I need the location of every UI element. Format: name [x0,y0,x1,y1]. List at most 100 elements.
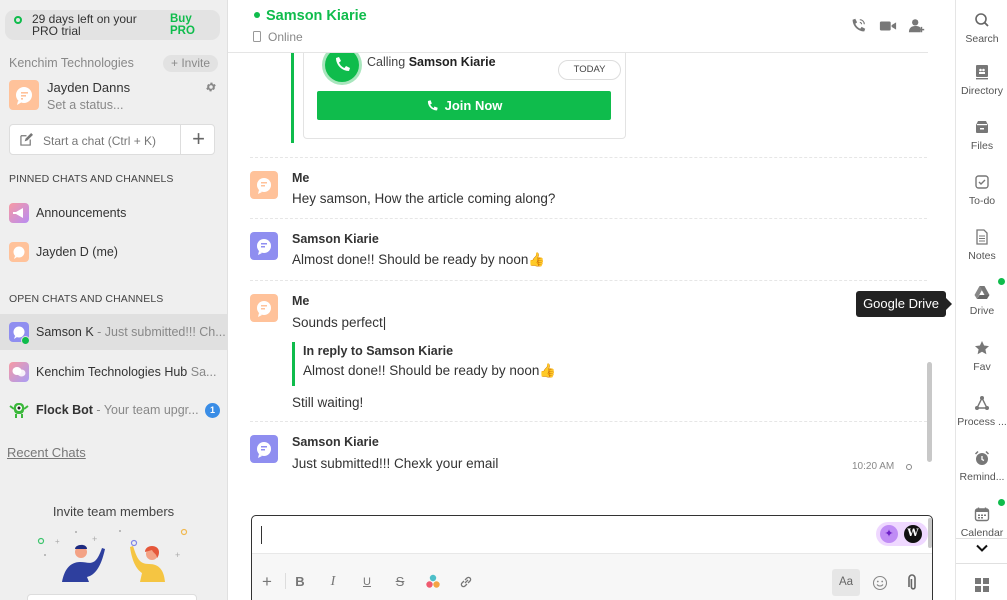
megaphone-icon [9,203,29,223]
open-chat-samson[interactable]: Samson K - Just submitted!!! Ch... [0,314,227,350]
settings-gear-icon[interactable] [205,81,217,93]
trial-status-icon [14,16,22,24]
rail-item-search[interactable]: Search [956,12,1007,67]
rail-item-reminders[interactable]: Remind... [956,450,1007,505]
message-timestamp: 10:20 AM [852,461,895,472]
profile-avatar[interactable] [9,80,39,110]
start-chat-box: Start a chat (Ctrl + K) + [9,124,215,155]
buy-pro-link[interactable]: Buy PRO [170,13,200,37]
recent-chats-link[interactable]: Recent Chats [7,445,86,460]
bold-icon[interactable]: B [292,574,308,590]
format-toggle-button[interactable]: Aa [832,569,860,596]
profile-name: Jayden Danns [47,80,131,95]
open-section-title: OPEN CHATS AND CHANNELS [9,293,164,305]
strikethrough-icon[interactable]: S [392,574,408,590]
emoji-icon[interactable] [872,575,888,591]
drive-notification-dot [998,278,1005,285]
message-scrollbar[interactable] [927,362,932,462]
rail-item-drive[interactable]: Drive [956,284,1007,339]
chat-name: Jayden D (me) [36,245,118,259]
chat-header: Samson Kiarie Online [228,0,928,53]
open-chat-hub[interactable]: Kenchim Technologies Hub Sa... [0,354,227,390]
online-indicator [21,336,30,345]
paperclip-icon[interactable] [904,573,920,591]
chat-name-wrap: Kenchim Technologies Hub Sa... [36,365,216,379]
trial-banner: 29 days left on your PRO trial Buy PRO [5,10,220,40]
apps-grid-icon[interactable] [974,577,990,593]
set-status-link[interactable]: Set a status... [47,98,123,112]
calendar-icon [974,507,990,522]
left-sidebar: 29 days left on your PRO trial Buy PRO K… [0,0,228,600]
open-chat-flockbot[interactable]: Flock Bot - Your team upgr... 1 [0,392,227,428]
text-caret [261,526,262,544]
rail-more-chevron[interactable] [956,541,1007,559]
writer-icon[interactable]: W [904,525,922,543]
sender-avatar [250,435,278,463]
rail-item-todo[interactable]: To-do [956,174,1007,229]
rail-label: Search [965,33,999,45]
video-call-icon[interactable] [879,17,897,35]
link-icon[interactable] [458,574,474,590]
message-text: Almost done!! Should be ready by noon👍 [292,252,546,267]
attach-plus-icon[interactable]: + [259,573,275,590]
rail-item-fav[interactable]: Fav [956,340,1007,395]
process-icon [975,396,989,410]
call-accent-bar [291,53,294,143]
join-call-button[interactable]: Join Now [317,91,611,120]
text-color-icon[interactable] [425,574,441,590]
chat-avatar-icon [9,242,29,262]
call-contact: Samson Kiarie [408,55,496,69]
message-list: Calling Samson Kiarie TODAY Join Now Me … [228,53,928,483]
star-icon [975,341,989,355]
toolbar-divider [285,573,286,589]
message-composer: ✦ W + B I U S Aa [251,515,933,600]
svg-text:+: + [92,534,97,544]
rail-label: Files [970,140,994,152]
svg-text:+: + [55,537,60,546]
org-name: Kenchim Technologies [9,56,134,70]
rail-item-directory[interactable]: Directory [956,64,1007,119]
mobile-device-icon [253,31,261,42]
rail-item-notes[interactable]: Notes [956,229,1007,284]
italic-icon[interactable]: I [325,574,341,590]
add-member-icon[interactable] [908,17,926,35]
rail-item-files[interactable]: Files [956,119,1007,174]
invite-team-title: Invite team members [52,504,175,519]
underline-icon[interactable]: U [359,574,375,590]
voice-call-icon[interactable] [849,17,867,35]
sender-avatar [250,171,278,199]
phone-icon [427,100,438,111]
invite-button[interactable]: + Invite [163,55,218,72]
message-divider [250,157,927,158]
composer-scrollbar[interactable] [928,518,932,548]
flockbot-icon [9,400,29,420]
rail-label: Directory [960,85,1003,97]
chat-name-wrap: Samson K - Just submitted!!! Ch... [36,325,226,339]
files-icon [976,121,988,133]
start-chat-input[interactable]: Start a chat (Ctrl + K) [43,134,156,148]
calendar-notification-dot [998,499,1005,506]
new-chat-plus-button[interactable]: + [181,125,216,154]
rail-divider [956,538,1007,539]
chevron-down-icon [976,544,988,552]
sender-name: Me [292,171,310,185]
invite-members-button[interactable] [27,594,197,600]
message-input[interactable]: ✦ W [252,516,932,553]
pinned-item-announcements[interactable]: Announcements [0,195,227,231]
chat-panel: Samson Kiarie Online Calling Samson Kiar… [228,0,955,600]
channel-icon [9,362,29,382]
pinned-item-self[interactable]: Jayden D (me) [0,234,227,270]
rail-item-process[interactable]: Process ... [956,395,1007,450]
rail-label: Fav [973,361,991,373]
ai-sparkle-icon[interactable]: ✦ [880,525,898,543]
drive-icon [974,286,990,299]
message-text: Sounds perfect| [292,315,387,330]
contact-name[interactable]: Samson Kiarie [266,8,367,24]
message-text: Just submitted!!! Chexk your email [292,456,499,471]
chat-preview: Sa... [187,365,217,379]
chat-name: Flock Bot [36,403,93,417]
sender-avatar [250,232,278,260]
pinned-section-title: PINNED CHATS AND CHANNELS [9,173,174,185]
reply-quote-text: Almost done!! Should be ready by noon👍 [303,363,557,378]
date-badge: TODAY [558,60,621,80]
